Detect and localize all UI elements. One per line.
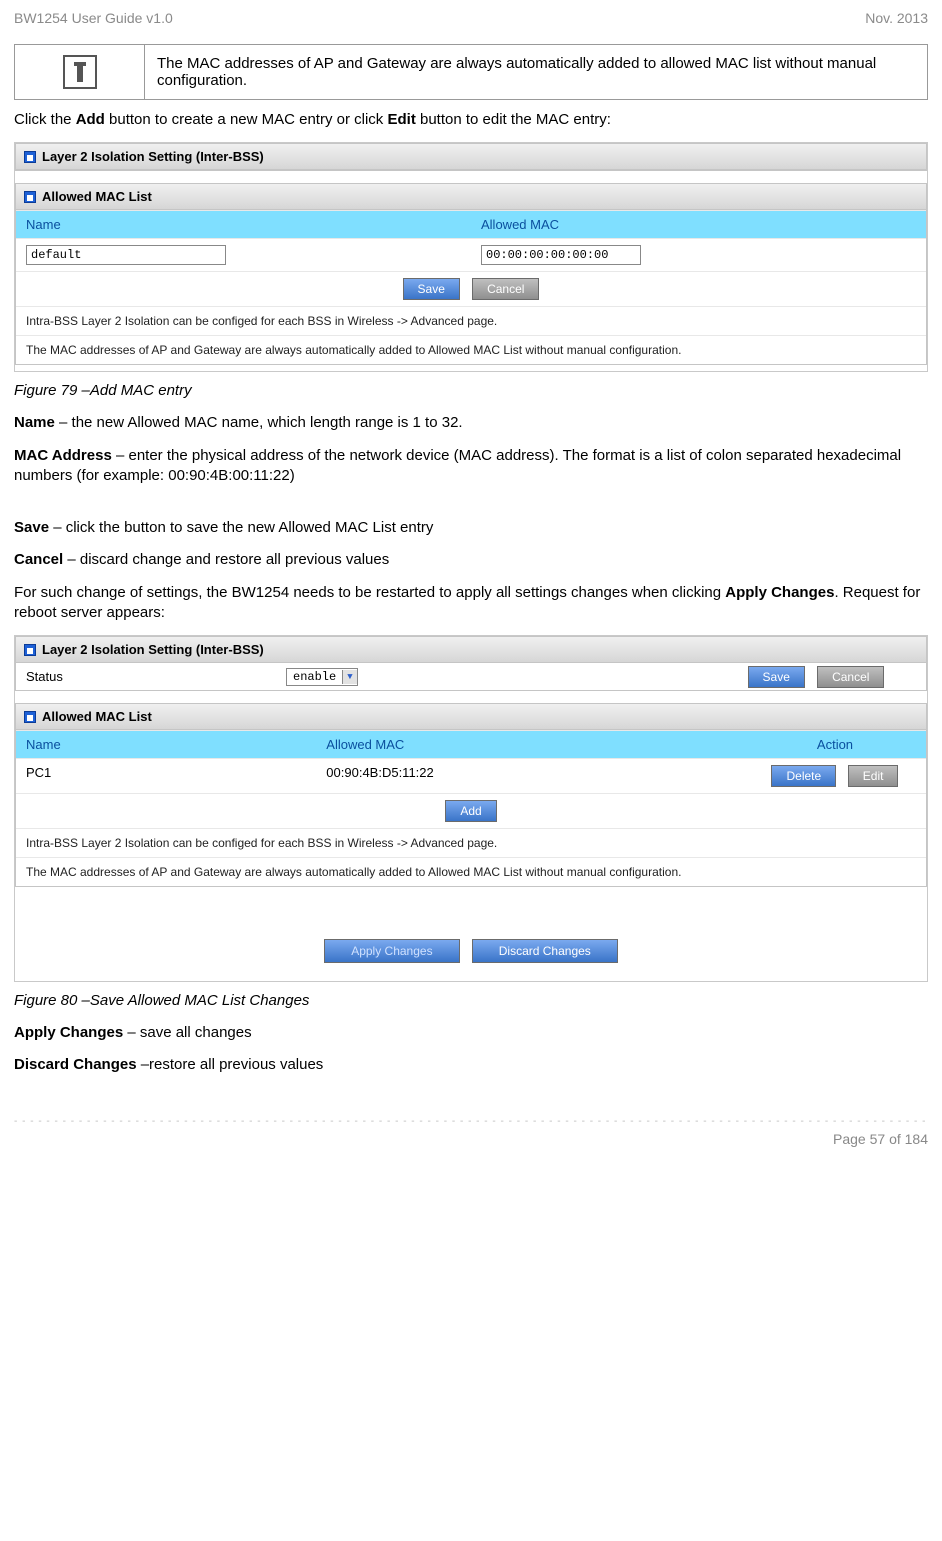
text-fragment: – save all changes — [123, 1024, 251, 1041]
panel-layer2-isolation: Layer 2 Isolation Setting (Inter-BSS) St… — [15, 636, 927, 691]
cancel-button[interactable]: Cancel — [817, 666, 884, 688]
text-fragment: Click the — [14, 111, 76, 128]
doc-date: Nov. 2013 — [865, 10, 928, 26]
add-button-row: Add — [16, 793, 926, 828]
delete-button[interactable]: Delete — [771, 765, 836, 787]
panel-title-text: Layer 2 Isolation Setting (Inter-BSS) — [42, 149, 264, 164]
figure-caption-80: Figure 80 –Save Allowed MAC List Changes — [14, 992, 928, 1009]
para-discard-changes: Discard Changes –restore all previous va… — [14, 1055, 928, 1075]
panel-title: Allowed MAC List — [16, 704, 926, 730]
text-fragment: – the new Allowed MAC name, which length… — [55, 414, 463, 431]
row-mac: 00:90:4B:D5:11:22 — [316, 759, 744, 793]
info-icon-cell — [15, 45, 145, 100]
text-fragment: – discard change and restore all previou… — [63, 551, 389, 568]
col-header-name: Name — [16, 211, 471, 238]
text-fragment: – click the button to save the new Allow… — [49, 519, 433, 536]
footer-divider: - - - - - - - - - - - - - - - - - - - - … — [14, 1116, 928, 1127]
apply-discard-row: Apply Changes Discard Changes — [15, 939, 927, 963]
figure-caption-79: Figure 79 –Add MAC entry — [14, 382, 928, 399]
panel-title: Allowed MAC List — [16, 184, 926, 210]
save-button[interactable]: Save — [748, 666, 805, 688]
para-name: Name – the new Allowed MAC name, which l… — [14, 413, 928, 433]
cancel-button[interactable]: Cancel — [472, 278, 539, 300]
status-select[interactable]: enable ▼ — [286, 668, 358, 686]
panel-allowed-mac-list: Allowed MAC List Name Allowed MAC Save C… — [15, 183, 927, 365]
status-label: Status — [16, 663, 276, 690]
button-row: Save Cancel — [16, 271, 926, 306]
info-box: The MAC addresses of AP and Gateway are … — [14, 44, 928, 100]
info-text: The MAC addresses of AP and Gateway are … — [145, 45, 928, 100]
bold-add: Add — [76, 111, 105, 128]
bold-label: Apply Changes — [725, 584, 834, 601]
text-fragment: – enter the physical address of the netw… — [14, 447, 901, 484]
status-button-cell: Save Cancel — [706, 666, 926, 688]
panel-title-text: Layer 2 Isolation Setting (Inter-BSS) — [42, 642, 264, 657]
col-header-mac: Allowed MAC — [471, 211, 926, 238]
col-header-mac: Allowed MAC — [316, 731, 744, 758]
table-row: PC1 00:90:4B:D5:11:22 Delete Edit — [16, 758, 926, 793]
bold-label: Name — [14, 414, 55, 431]
bold-label: Discard Changes — [14, 1056, 137, 1073]
para-apply-changes: Apply Changes – save all changes — [14, 1023, 928, 1043]
text-fragment: For such change of settings, the BW1254 … — [14, 584, 725, 601]
page-header: BW1254 User Guide v1.0 Nov. 2013 — [14, 10, 928, 26]
bold-label: Cancel — [14, 551, 63, 568]
bold-label: MAC Address — [14, 447, 112, 464]
doc-title: BW1254 User Guide v1.0 — [14, 10, 173, 26]
panel-icon — [24, 644, 36, 656]
add-button[interactable]: Add — [445, 800, 496, 822]
panel-title-text: Allowed MAC List — [42, 189, 152, 204]
text-fragment: –restore all previous values — [137, 1056, 324, 1073]
note-row: Intra-BSS Layer 2 Isolation can be confi… — [16, 306, 926, 335]
note-row: Intra-BSS Layer 2 Isolation can be confi… — [16, 828, 926, 857]
edit-button[interactable]: Edit — [848, 765, 899, 787]
para-restart: For such change of settings, the BW1254 … — [14, 583, 928, 624]
para-cancel: Cancel – discard change and restore all … — [14, 550, 928, 570]
note-row: The MAC addresses of AP and Gateway are … — [16, 335, 926, 364]
panel-title-text: Allowed MAC List — [42, 709, 152, 724]
table-row — [16, 238, 926, 271]
mac-input-cell — [471, 239, 926, 271]
panel-icon — [24, 191, 36, 203]
panel-allowed-mac-list: Allowed MAC List Name Allowed MAC Action… — [15, 703, 927, 887]
status-value: enable — [287, 669, 342, 685]
name-input[interactable] — [26, 245, 226, 265]
panel-title: Layer 2 Isolation Setting (Inter-BSS) — [16, 637, 926, 663]
note-row: The MAC addresses of AP and Gateway are … — [16, 857, 926, 886]
text-fragment: button to edit the MAC entry: — [416, 111, 611, 128]
col-header-name: Name — [16, 731, 316, 758]
status-select-cell: enable ▼ — [276, 663, 706, 690]
panel-layer2-isolation: Layer 2 Isolation Setting (Inter-BSS) — [15, 143, 927, 171]
bold-label: Apply Changes — [14, 1024, 123, 1041]
text-fragment: button to create a new MAC entry or clic… — [105, 111, 388, 128]
panel-icon — [24, 151, 36, 163]
para-save: Save – click the button to save the new … — [14, 518, 928, 538]
para-click-add: Click the Add button to create a new MAC… — [14, 110, 928, 130]
row-actions: Delete Edit — [744, 759, 926, 793]
mac-input[interactable] — [481, 245, 641, 265]
name-input-cell — [16, 239, 471, 271]
figure-79: Layer 2 Isolation Setting (Inter-BSS) Al… — [14, 142, 928, 372]
row-name: PC1 — [16, 759, 316, 793]
discard-changes-button[interactable]: Discard Changes — [472, 939, 618, 963]
table-header-row: Name Allowed MAC — [16, 210, 926, 238]
panel-icon — [24, 711, 36, 723]
bold-edit: Edit — [387, 111, 415, 128]
page-number: Page 57 of 184 — [14, 1131, 928, 1147]
para-mac-address: MAC Address – enter the physical address… — [14, 446, 928, 487]
table-header-row: Name Allowed MAC Action — [16, 730, 926, 758]
info-icon — [63, 55, 97, 89]
bold-label: Save — [14, 519, 49, 536]
figure-80: Layer 2 Isolation Setting (Inter-BSS) St… — [14, 635, 928, 982]
status-row: Status enable ▼ Save Cancel — [16, 663, 926, 690]
col-header-action: Action — [744, 731, 926, 758]
apply-changes-button[interactable]: Apply Changes — [324, 939, 459, 963]
chevron-down-icon: ▼ — [342, 670, 356, 684]
panel-title: Layer 2 Isolation Setting (Inter-BSS) — [16, 144, 926, 170]
save-button[interactable]: Save — [403, 278, 460, 300]
